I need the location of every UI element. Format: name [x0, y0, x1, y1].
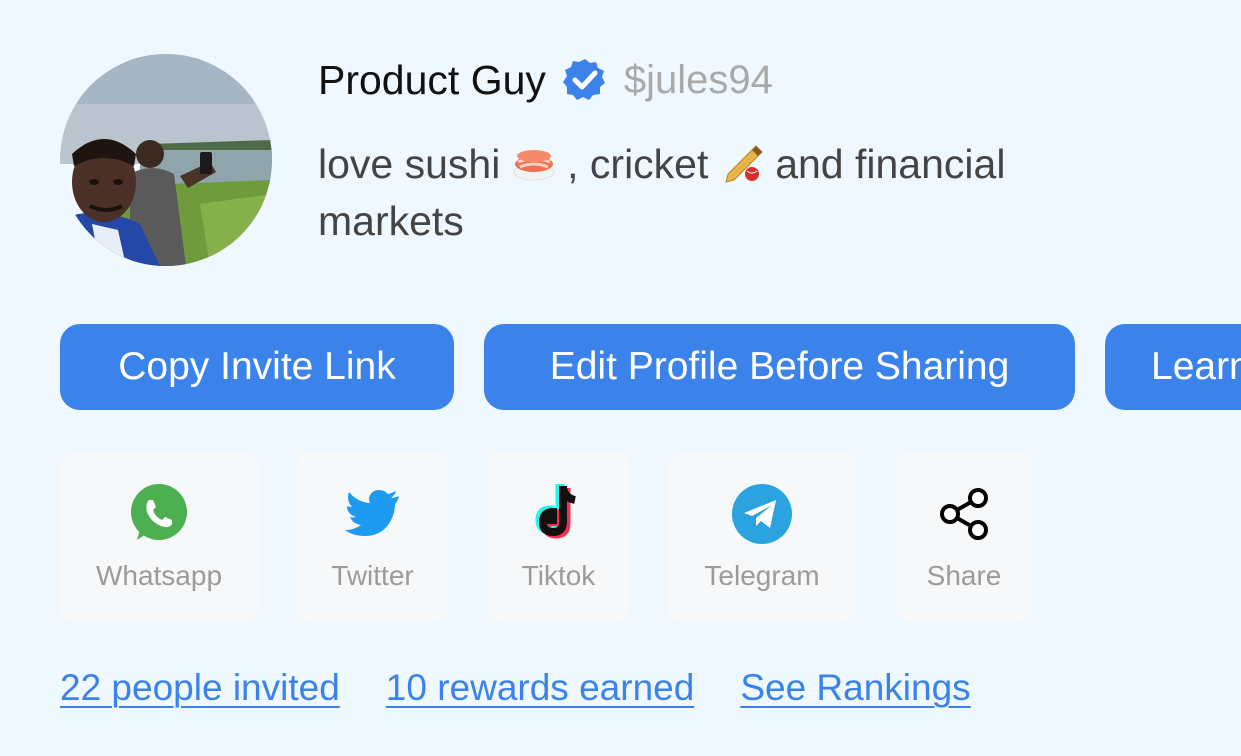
share-telegram-button[interactable]: Telegram [668, 452, 856, 622]
rewards-earned-link[interactable]: 10 rewards earned [386, 667, 695, 709]
share-tiktok-button[interactable]: Tiktok [488, 452, 629, 622]
user-handle: $jules94 [623, 57, 773, 102]
share-label: Share [926, 560, 1002, 591]
share-twitter-button[interactable]: Twitter [297, 452, 448, 622]
learn-button[interactable]: Learn [1105, 324, 1241, 410]
telegram-label: Telegram [704, 560, 820, 591]
whatsapp-label: Whatsapp [95, 560, 223, 591]
avatar[interactable] [60, 54, 272, 266]
bio-text-1: love sushi [318, 141, 501, 187]
avatar-photo [60, 54, 272, 266]
whatsapp-icon [127, 482, 191, 546]
display-name: Product Guy [318, 56, 546, 103]
sushi-emoji-icon [512, 142, 556, 182]
edit-profile-button[interactable]: Edit Profile Before Sharing [484, 324, 1075, 410]
tiktok-icon [527, 482, 591, 546]
share-more-button[interactable]: Share [896, 452, 1032, 622]
share-icon [932, 482, 996, 546]
bio-text-2: , cricket [567, 141, 709, 187]
tiktok-label: Tiktok [521, 560, 596, 591]
profile-share-page: Product Guy $jules94 love sushi , cricke… [0, 0, 1241, 756]
stats-links: 22 people invited 10 rewards earned See … [60, 660, 1017, 716]
twitter-label: Twitter [331, 560, 414, 591]
twitter-icon [341, 482, 405, 546]
cricket-emoji-icon [720, 142, 764, 183]
profile-header: Product Guy $jules94 [318, 52, 773, 108]
people-invited-link[interactable]: 22 people invited [60, 667, 340, 709]
profile-bio: love sushi , cricket and financial marke… [318, 136, 1118, 250]
see-rankings-link[interactable]: See Rankings [740, 667, 970, 709]
telegram-icon [730, 482, 794, 546]
copy-invite-link-button[interactable]: Copy Invite Link [60, 324, 454, 410]
share-whatsapp-button[interactable]: Whatsapp [60, 452, 258, 622]
verified-badge-icon [562, 57, 608, 103]
